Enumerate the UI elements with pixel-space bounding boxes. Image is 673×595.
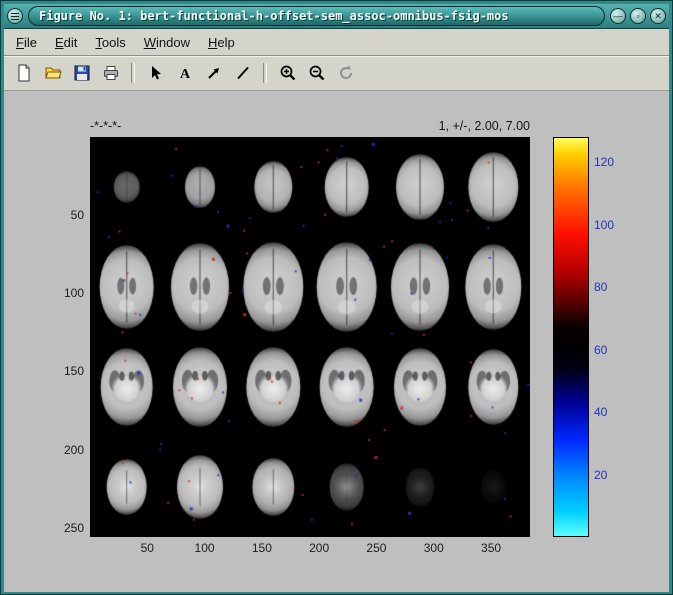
svg-text:A: A xyxy=(179,67,190,82)
open-file-button[interactable] xyxy=(39,60,66,87)
print-icon xyxy=(102,64,120,82)
add-arrow-button[interactable] xyxy=(200,60,227,87)
x-axis-tick-labels: 50 100 150 200 250 300 350 xyxy=(90,541,530,557)
window-title: Figure No. 1: bert-functional-h-offset-s… xyxy=(39,9,509,23)
menu-file[interactable]: File xyxy=(16,35,37,50)
y-tick-label: 100 xyxy=(64,286,84,300)
zoom-out-icon xyxy=(308,64,326,82)
menu-window[interactable]: Window xyxy=(144,35,190,50)
x-tick-label: 300 xyxy=(424,541,444,555)
window-menu-button[interactable] xyxy=(7,8,23,24)
new-file-icon xyxy=(15,64,33,82)
axes-area[interactable] xyxy=(90,137,530,537)
minimize-icon: — xyxy=(614,12,623,21)
add-line-icon xyxy=(234,64,252,82)
x-tick-label: 200 xyxy=(309,541,329,555)
x-tick-label: 250 xyxy=(366,541,386,555)
colorbar-tick-label: 100 xyxy=(594,218,614,232)
zoom-in-button[interactable] xyxy=(274,60,301,87)
close-icon: ✕ xyxy=(654,12,662,21)
title-pill: Figure No. 1: bert-functional-h-offset-s… xyxy=(28,6,605,26)
toolbar-separator xyxy=(131,63,135,83)
maximize-icon: ▫ xyxy=(636,12,639,21)
menu-bar: File Edit Tools Window Help xyxy=(4,29,669,56)
new-file-button[interactable] xyxy=(10,60,37,87)
save-icon xyxy=(73,64,91,82)
x-tick-label: 350 xyxy=(481,541,501,555)
menu-edit[interactable]: Edit xyxy=(55,35,77,50)
window-menu-icon xyxy=(11,13,19,20)
rotate-3d-icon xyxy=(337,64,355,82)
colorbar-tick-label: 120 xyxy=(594,155,614,169)
figure-window: Figure No. 1: bert-functional-h-offset-s… xyxy=(0,0,673,595)
menu-edit-accel: E xyxy=(55,35,64,50)
text-label-button[interactable]: A xyxy=(171,60,198,87)
colorbar-tick-label: 80 xyxy=(594,280,607,294)
figure-canvas: -*-*-*- 1, +/-, 2.00, 7.00 50 100 150 20… xyxy=(4,91,669,592)
close-button[interactable]: ✕ xyxy=(650,8,666,24)
add-arrow-icon xyxy=(205,64,223,82)
y-tick-label: 250 xyxy=(64,521,84,535)
menu-tools[interactable]: Tools xyxy=(95,35,125,50)
menu-file-rest: ile xyxy=(24,35,37,50)
rotate-3d-button[interactable] xyxy=(332,60,359,87)
toolbar: A xyxy=(4,56,669,91)
menu-help[interactable]: Help xyxy=(208,35,235,50)
x-tick-label: 150 xyxy=(252,541,272,555)
y-axis-tick-labels: 50 100 150 200 250 xyxy=(42,137,86,537)
menu-tools-rest: ools xyxy=(102,35,126,50)
y-tick-label: 150 xyxy=(64,364,84,378)
y-tick-label: 50 xyxy=(71,208,84,222)
brain-montage-image xyxy=(90,137,530,537)
client-area: File Edit Tools Window Help xyxy=(4,29,669,592)
menu-help-accel: H xyxy=(208,35,217,50)
colorbar-tick-label: 20 xyxy=(594,468,607,482)
colorbar-tick-label: 60 xyxy=(594,343,607,357)
maximize-button[interactable]: ▫ xyxy=(630,8,646,24)
zoom-out-button[interactable] xyxy=(303,60,330,87)
y-tick-label: 200 xyxy=(64,443,84,457)
window-controls: — ▫ ✕ xyxy=(610,8,666,24)
menu-window-rest: indow xyxy=(156,35,190,50)
x-tick-label: 100 xyxy=(195,541,215,555)
menu-help-rest: elp xyxy=(217,35,234,50)
axes-title-right: 1, +/-, 2.00, 7.00 xyxy=(90,119,530,133)
toolbar-separator xyxy=(263,63,267,83)
colorbar xyxy=(553,137,589,537)
minimize-button[interactable]: — xyxy=(610,8,626,24)
pointer-icon xyxy=(147,64,165,82)
menu-edit-rest: dit xyxy=(64,35,78,50)
print-button[interactable] xyxy=(97,60,124,87)
title-bar[interactable]: Figure No. 1: bert-functional-h-offset-s… xyxy=(4,4,669,29)
add-line-button[interactable] xyxy=(229,60,256,87)
open-file-icon xyxy=(44,64,62,82)
colorbar-tick-label: 40 xyxy=(594,405,607,419)
zoom-in-icon xyxy=(279,64,297,82)
x-tick-label: 50 xyxy=(141,541,154,555)
text-label-icon: A xyxy=(176,64,194,82)
colorbar-tick-labels: 120 100 80 60 40 20 xyxy=(594,137,634,537)
pointer-button[interactable] xyxy=(142,60,169,87)
save-button[interactable] xyxy=(68,60,95,87)
menu-file-accel: F xyxy=(16,35,24,50)
menu-window-accel: W xyxy=(144,35,156,50)
